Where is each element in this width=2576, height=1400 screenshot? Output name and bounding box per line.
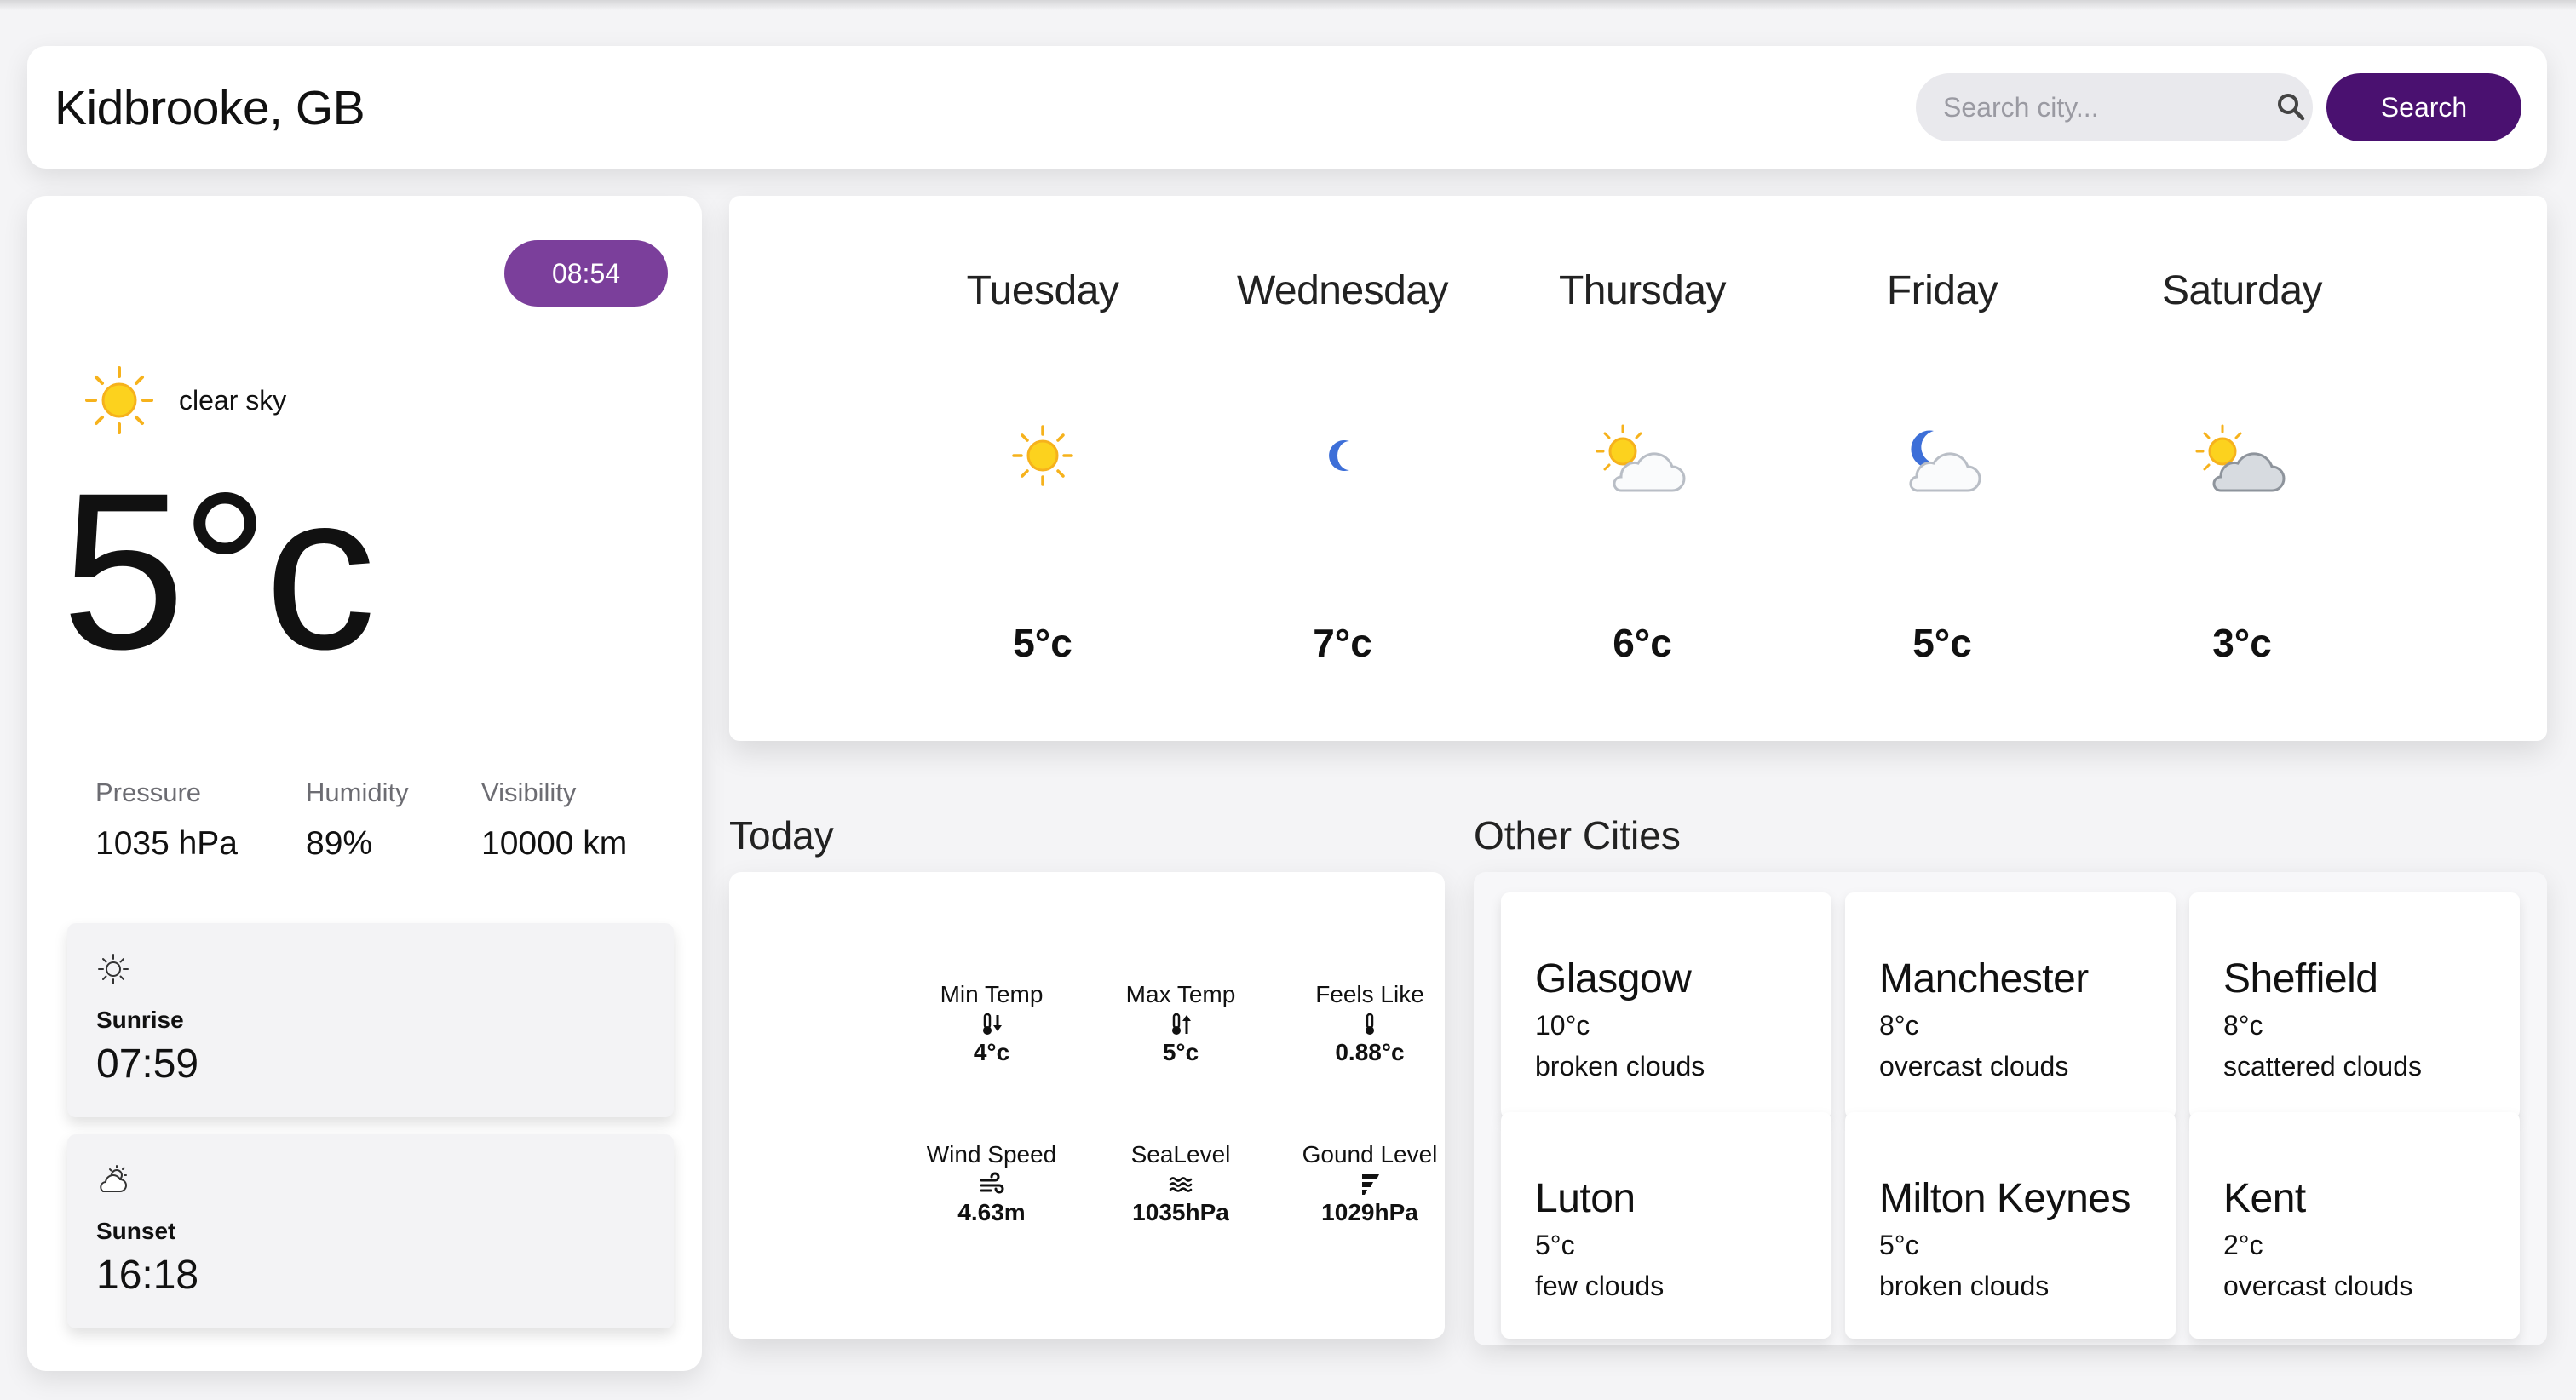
metric-value: 4.63m	[957, 1199, 1026, 1225]
day-temperature: 3°c	[2212, 621, 2272, 665]
metric-value: 1035hPa	[1132, 1199, 1229, 1225]
sunset-label: Sunset	[96, 1218, 176, 1244]
day-temperature: 7°c	[1313, 621, 1372, 665]
sunrise-card: Sunrise 07:59	[67, 923, 674, 1117]
day-name: Thursday	[1558, 268, 1727, 313]
day-name: Saturday	[2161, 268, 2323, 313]
day-name: Tuesday	[966, 268, 1119, 313]
metric-label: Feels Like	[1315, 981, 1424, 1007]
top-shadow	[0, 0, 2576, 10]
weather-description: clear sky	[179, 385, 287, 416]
city-name: Kent	[2223, 1176, 2306, 1221]
ground-icon	[1362, 1174, 1379, 1195]
day-name: Friday	[1886, 268, 1998, 313]
search-input[interactable]	[1916, 73, 2313, 141]
today-card: Min Temp 4°c Max Temp 5°c Feels Like 0.8…	[729, 872, 1445, 1339]
humidity-stat: Humidity 89%	[306, 777, 409, 863]
metric-label: SeaLevel	[1130, 1141, 1231, 1168]
wind-icon	[980, 1172, 1004, 1194]
city-name: Glasgow	[1535, 956, 1692, 1001]
sea-level-metric: SeaLevel 1035hPa	[1087, 1141, 1274, 1226]
sunset-card: Sunset 16:18	[67, 1134, 674, 1328]
city-card[interactable]: Manchester 8°c overcast clouds	[1845, 892, 2176, 1119]
waves-icon	[1169, 1177, 1193, 1192]
city-card[interactable]: Kent 2°c overcast clouds	[2189, 1112, 2520, 1339]
day-name: Wednesday	[1236, 268, 1449, 313]
sun-cloud-icon	[1596, 424, 1686, 492]
sun-cloud-icon	[2195, 424, 2286, 492]
sunset-icon	[100, 1165, 127, 1192]
forecast-card: Tuesday 5°c Wednesday 7°c Thursday 6°c F…	[729, 196, 2547, 741]
search-icon[interactable]	[2274, 90, 2309, 124]
max-temp-metric: Max Temp 5°c	[1087, 981, 1274, 1066]
metric-value: 0.88°c	[1335, 1039, 1405, 1065]
city-name: Manchester	[1879, 956, 2089, 1001]
metric-label: Wind Speed	[926, 1141, 1057, 1168]
header-bar: Kidbrooke, GB Search	[27, 46, 2547, 169]
wind-speed-metric: Wind Speed 4.63m	[898, 1141, 1085, 1226]
other-cities-title: Other Cities	[1474, 813, 1681, 858]
moon-cloud-icon	[1909, 430, 1981, 492]
stat-value: 1035 hPa	[95, 825, 238, 862]
city-description: few clouds	[1535, 1271, 1665, 1301]
thermometer-down-icon	[983, 1013, 1002, 1035]
min-temp-metric: Min Temp 4°c	[898, 981, 1085, 1066]
city-description: overcast clouds	[2223, 1271, 2413, 1301]
day-temperature: 5°c	[1013, 621, 1072, 665]
city-temperature: 2°c	[2223, 1230, 2263, 1260]
metric-label: Max Temp	[1125, 981, 1236, 1007]
city-temperature: 5°c	[1535, 1230, 1575, 1260]
pressure-stat: Pressure 1035 hPa	[95, 777, 238, 863]
sunrise-icon	[98, 954, 129, 984]
sunrise-time: 07:59	[96, 1041, 199, 1087]
feels-like-metric: Feels Like 0.88°c	[1276, 981, 1463, 1066]
city-description: scattered clouds	[2223, 1051, 2423, 1082]
moon-icon	[1329, 440, 1349, 471]
city-card[interactable]: Sheffield 8°c scattered clouds	[2189, 892, 2520, 1119]
sunset-time: 16:18	[96, 1253, 199, 1298]
sun-icon	[85, 366, 153, 434]
city-name: Luton	[1535, 1176, 1636, 1221]
search-button[interactable]: Search	[2326, 73, 2521, 141]
location-title: Kidbrooke, GB	[55, 81, 365, 135]
other-cities-panel: Glasgow 10°c broken clouds Manchester 8°…	[1474, 872, 2547, 1345]
city-temperature: 5°c	[1879, 1230, 1919, 1260]
metric-value: 1029hPa	[1321, 1199, 1418, 1225]
city-card[interactable]: Milton Keynes 5°c broken clouds	[1845, 1112, 2176, 1339]
city-description: overcast clouds	[1879, 1051, 2069, 1082]
metric-label: Gound Level	[1302, 1141, 1438, 1168]
city-description: broken clouds	[1879, 1271, 2050, 1301]
ground-level-metric: Gound Level 1029hPa	[1276, 1141, 1463, 1226]
metric-label: Min Temp	[940, 981, 1044, 1007]
thermometer-up-icon	[1172, 1013, 1191, 1035]
stat-label: Humidity	[306, 777, 409, 807]
visibility-stat: Visibility 10000 km	[481, 777, 627, 863]
city-name: Milton Keynes	[1879, 1176, 2130, 1221]
day-temperature: 6°c	[1613, 621, 1672, 665]
city-temperature: 10°c	[1535, 1010, 1590, 1041]
current-weather-panel: 08:54 clear sky 5°c Pressure 1035 hPa Hu…	[27, 196, 702, 1371]
thermometer-icon	[1366, 1013, 1374, 1035]
city-temperature: 8°c	[1879, 1010, 1919, 1041]
metric-value: 5°c	[1162, 1039, 1199, 1065]
city-name: Sheffield	[2223, 956, 2378, 1001]
stat-label: Visibility	[481, 777, 577, 807]
stat-value: 10000 km	[481, 825, 628, 862]
today-title: Today	[729, 813, 834, 858]
stat-label: Pressure	[95, 777, 202, 807]
stat-value: 89%	[306, 825, 373, 862]
city-card[interactable]: Glasgow 10°c broken clouds	[1501, 892, 1831, 1119]
day-temperature: 5°c	[1912, 621, 1972, 665]
sunrise-label: Sunrise	[96, 1007, 184, 1033]
time-badge: 08:54	[504, 240, 668, 307]
current-temperature: 5°c	[61, 446, 376, 696]
city-temperature: 8°c	[2223, 1010, 2263, 1041]
city-card[interactable]: Luton 5°c few clouds	[1501, 1112, 1831, 1339]
metric-value: 4°c	[973, 1039, 1010, 1065]
sun-icon	[1012, 425, 1073, 486]
city-description: broken clouds	[1535, 1051, 1705, 1082]
